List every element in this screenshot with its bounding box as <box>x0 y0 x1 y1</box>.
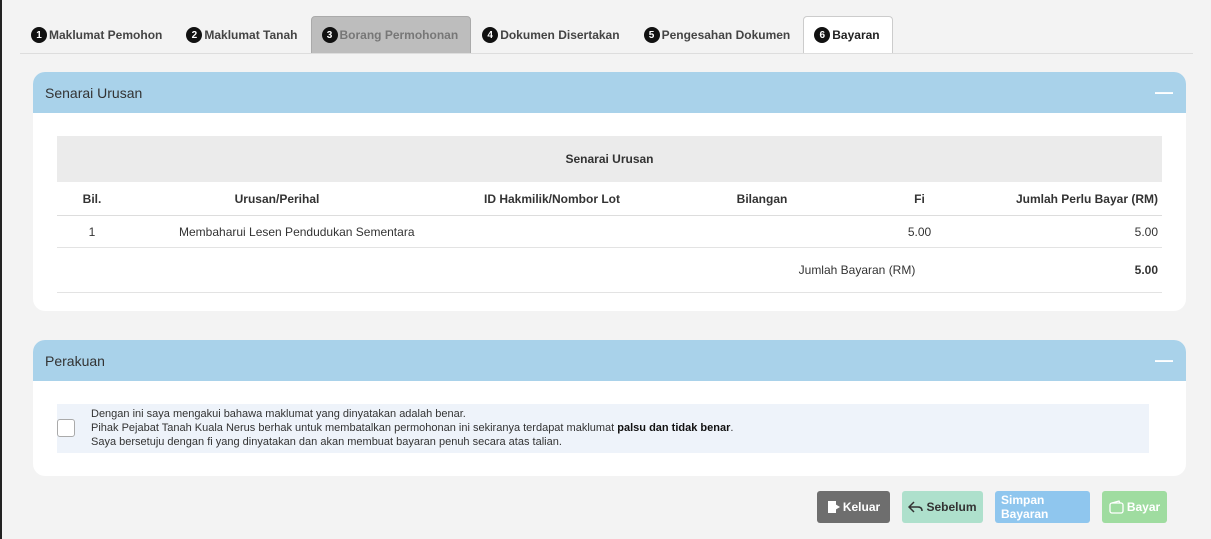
exit-door-icon <box>827 501 840 513</box>
senarai-urusan-card: Senarai Urusan — Senarai Urusan Bil. Uru… <box>33 72 1186 311</box>
tab-maklumat-pemohon[interactable]: 1 Maklumat Pemohon <box>20 16 175 54</box>
wallet-icon <box>1109 500 1124 514</box>
perakuan-card: Perakuan — Dengan ini saya mengakui baha… <box>33 340 1186 476</box>
tab-maklumat-tanah[interactable]: 2 Maklumat Tanah <box>175 16 310 54</box>
keluar-button[interactable]: Keluar <box>817 491 890 523</box>
sebelum-label: Sebelum <box>926 500 977 514</box>
tab-label: Maklumat Pemohon <box>49 28 163 42</box>
card-title: Senarai Urusan <box>45 84 143 101</box>
action-buttons: Keluar Sebelum Simpan Bayaran Bayar <box>817 491 1167 523</box>
table-header-row: Bil. Urusan/Perihal ID Hakmilik/Nombor L… <box>57 182 1162 216</box>
declaration-line-1: Dengan ini saya mengakui bahawa maklumat… <box>91 408 466 420</box>
total-value: 5.00 <box>1134 263 1158 277</box>
step-number-icon: 6 <box>814 27 831 43</box>
keluar-label: Keluar <box>842 500 881 514</box>
wizard-tabs: 1 Maklumat Pemohon 2 Maklumat Tanah 3 Bo… <box>20 16 893 54</box>
sebelum-button[interactable]: Sebelum <box>902 491 983 523</box>
declaration-line-2-text: Pihak Pejabat Tanah Kuala Nerus berhak u… <box>91 422 618 434</box>
declaration-line-3: Saya bersetuju dengan fi yang dinyatakan… <box>91 436 562 448</box>
declaration-emphasis: palsu dan tidak benar <box>617 422 731 434</box>
senarai-urusan-header[interactable]: Senarai Urusan — <box>33 72 1186 113</box>
tab-label: Borang Permohonan <box>339 28 459 42</box>
tab-label: Dokumen Disertakan <box>500 28 620 42</box>
bayar-label: Bayar <box>1126 500 1161 514</box>
declaration-checkbox[interactable] <box>57 419 75 437</box>
column-header-bil: Bil. <box>82 191 102 206</box>
step-number-icon: 2 <box>186 27 203 43</box>
cell-jumlah: 5.00 <box>1134 224 1158 239</box>
urusan-table: Senarai Urusan Bil. Urusan/Perihal ID Ha… <box>57 136 1162 293</box>
table-title: Senarai Urusan <box>57 136 1162 182</box>
total-label: Jumlah Bayaran (RM) <box>798 263 916 277</box>
collapse-icon[interactable]: — <box>1154 82 1174 103</box>
cell-perihal: Membaharui Lesen Pendudukan Sementara <box>179 224 415 239</box>
total-row: Jumlah Bayaran (RM) 5.00 <box>57 248 1162 293</box>
column-header-bilangan: Bilangan <box>736 191 788 206</box>
declaration-box: Dengan ini saya mengakui bahawa maklumat… <box>57 404 1149 453</box>
declaration-text: Dengan ini saya mengakui bahawa maklumat… <box>91 407 733 449</box>
tab-label: Bayaran <box>832 28 880 42</box>
tab-divider <box>20 53 1193 54</box>
cell-fi: 5.00 <box>907 224 932 239</box>
tab-borang-permohonan[interactable]: 3 Borang Permohonan <box>310 16 472 54</box>
declaration-line-2-end: . <box>730 422 734 434</box>
application-frame: 1 Maklumat Pemohon 2 Maklumat Tanah 3 Bo… <box>0 0 1211 539</box>
column-header-urusan: Urusan/Perihal <box>234 191 320 206</box>
table-row: 1 Membaharui Lesen Pendudukan Sementara … <box>57 216 1162 248</box>
step-number-icon: 3 <box>321 27 338 43</box>
tab-dokumen-disertakan[interactable]: 4 Dokumen Disertakan <box>471 16 632 54</box>
step-number-icon: 1 <box>31 27 47 43</box>
column-header-fi: Fi <box>914 191 925 206</box>
collapse-icon[interactable]: — <box>1154 350 1174 371</box>
step-number-icon: 5 <box>643 27 660 43</box>
perakuan-header[interactable]: Perakuan — <box>33 340 1186 381</box>
step-number-icon: 4 <box>482 27 499 43</box>
tab-bayaran[interactable]: 6 Bayaran <box>803 16 893 54</box>
column-header-jumlah: Jumlah Perlu Bayar (RM) <box>1015 191 1158 206</box>
card-title: Perakuan <box>45 352 105 369</box>
bayar-button[interactable]: Bayar <box>1102 491 1167 523</box>
tab-pengesahan-dokumen[interactable]: 5 Pengesahan Dokumen <box>633 16 804 54</box>
column-header-hakmilik: ID Hakmilik/Nombor Lot <box>483 191 620 206</box>
declaration-line-2: Pihak Pejabat Tanah Kuala Nerus berhak u… <box>91 421 733 435</box>
simpan-label: Simpan Bayaran <box>1001 493 1049 521</box>
tab-label: Maklumat Tanah <box>204 28 298 42</box>
cell-bil: 1 <box>88 224 96 239</box>
tab-label: Pengesahan Dokumen <box>661 28 791 42</box>
reply-arrow-icon <box>908 501 924 513</box>
simpan-bayaran-button[interactable]: Simpan Bayaran <box>995 491 1090 523</box>
